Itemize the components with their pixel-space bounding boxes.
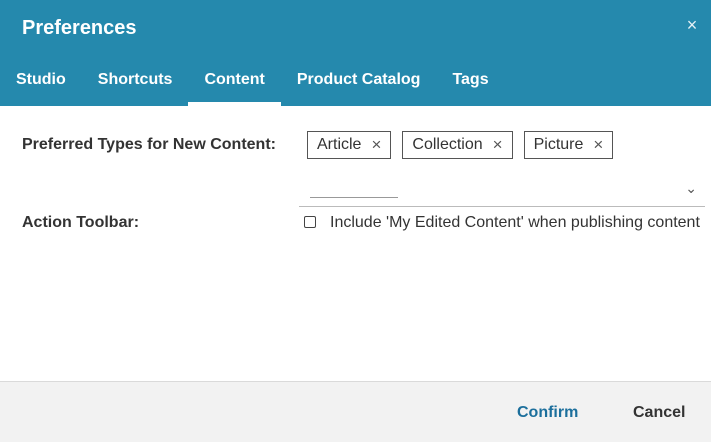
chip-label: Picture: [533, 136, 584, 153]
combobox-input-line: [310, 197, 398, 198]
close-icon[interactable]: ×: [681, 14, 703, 36]
dialog-footer: Confirm Cancel: [0, 381, 711, 442]
dialog-title: Preferences: [22, 17, 137, 39]
tab-content[interactable]: Content: [188, 64, 282, 106]
action-toolbar-label: Action Toolbar:: [22, 214, 140, 231]
preferred-types-label: Preferred Types for New Content:: [22, 136, 276, 153]
dialog-header: Preferences × Studio Shortcuts Content P…: [0, 0, 711, 106]
remove-chip-icon[interactable]: ×: [371, 135, 381, 155]
tab-bar: Studio Shortcuts Content Product Catalog…: [0, 64, 505, 106]
tab-tags[interactable]: Tags: [436, 64, 504, 106]
chip-picture: Picture ×: [523, 131, 614, 159]
confirm-button[interactable]: Confirm: [517, 404, 578, 422]
include-edited-content-checkbox[interactable]: [304, 216, 316, 228]
remove-chip-icon[interactable]: ×: [493, 135, 503, 155]
chip-label: Article: [317, 136, 362, 153]
chip-article: Article ×: [307, 131, 392, 159]
tab-studio[interactable]: Studio: [0, 64, 82, 106]
tab-product-catalog[interactable]: Product Catalog: [281, 64, 437, 106]
include-edited-content-option: Include 'My Edited Content' when publish…: [304, 212, 700, 234]
cancel-button[interactable]: Cancel: [633, 404, 685, 422]
chip-collection: Collection ×: [402, 131, 513, 159]
chevron-down-icon[interactable]: ⌄: [685, 180, 697, 197]
preferred-types-chips: Article × Collection × Picture ×: [307, 131, 614, 159]
content-type-combobox[interactable]: ⌄: [299, 176, 705, 207]
include-edited-content-label[interactable]: Include 'My Edited Content' when publish…: [330, 212, 700, 234]
remove-chip-icon[interactable]: ×: [593, 135, 603, 155]
chip-label: Collection: [412, 136, 483, 153]
tab-shortcuts[interactable]: Shortcuts: [82, 64, 189, 106]
